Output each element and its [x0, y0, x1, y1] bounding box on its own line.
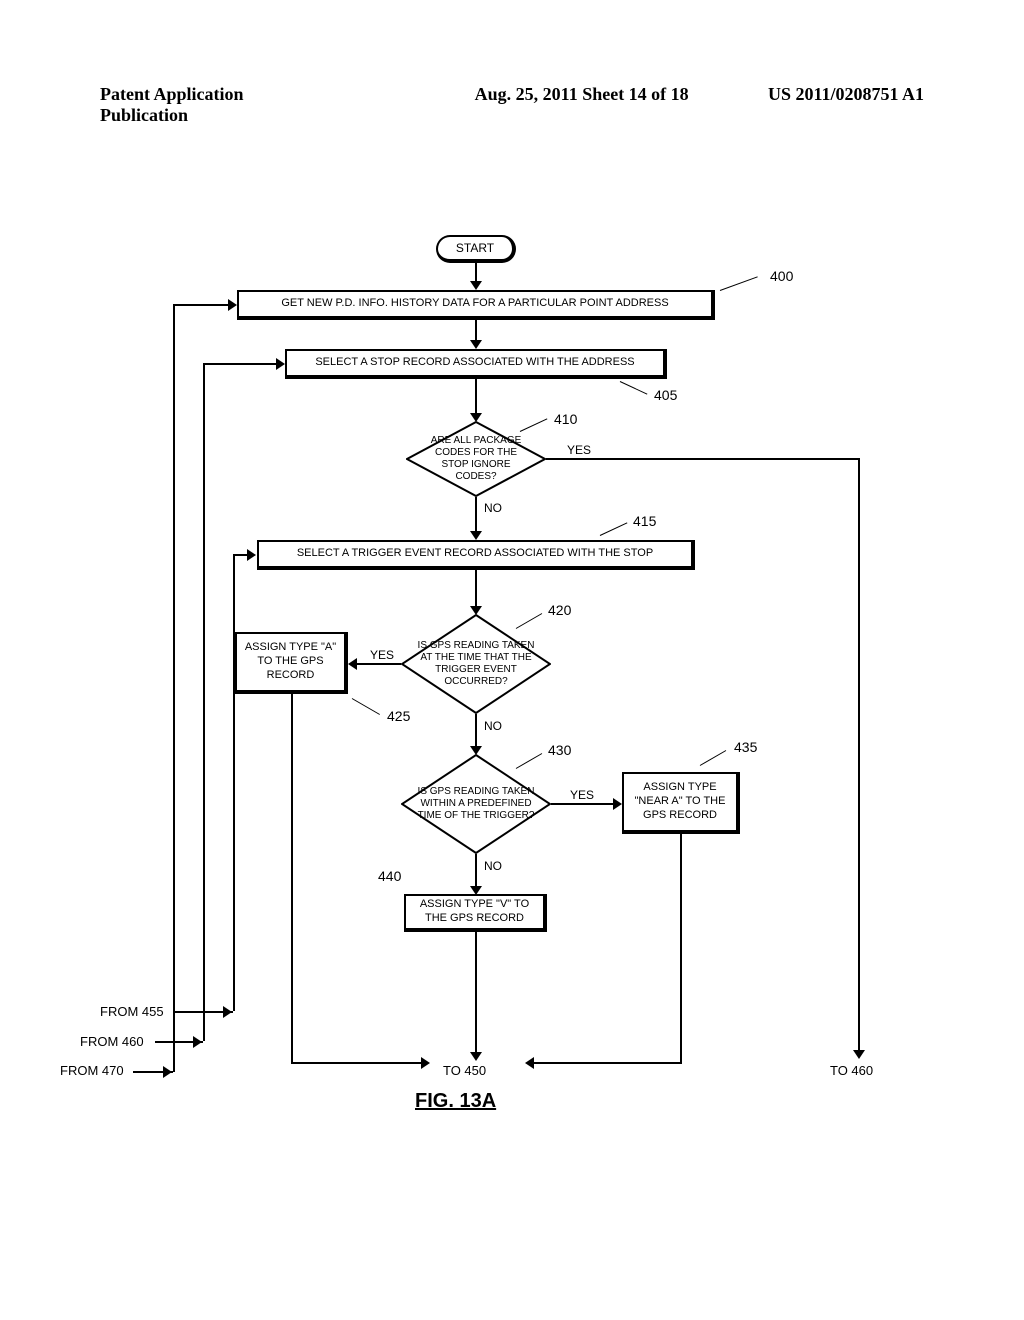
arrowhead-down-icon: [470, 340, 482, 349]
yes-label: YES: [568, 788, 596, 802]
arrowhead-right-icon: [613, 798, 622, 810]
arrow: [858, 458, 860, 1050]
arrowhead-left-icon: [525, 1057, 534, 1069]
connector-from-455: FROM 455: [100, 1004, 164, 1019]
ref-440: 440: [378, 868, 401, 884]
no-label: NO: [482, 501, 504, 515]
decision-410: ARE ALL PACKAGE CODES FOR THE STOP IGNOR…: [406, 421, 546, 497]
ref-connector: [700, 750, 726, 766]
ref-410: 410: [554, 411, 577, 427]
no-label: NO: [482, 859, 504, 873]
decision-420: IS GPS READING TAKEN AT THE TIME THAT TH…: [401, 614, 551, 714]
ref-415: 415: [633, 513, 656, 529]
arrow: [475, 320, 477, 340]
arrow: [475, 932, 477, 1052]
ref-connector: [352, 698, 380, 715]
figure-caption: FIG. 13A: [415, 1090, 496, 1113]
arrowhead-down-icon: [853, 1050, 865, 1059]
arrow: [233, 554, 235, 1011]
arrowhead-down-icon: [470, 281, 482, 290]
step-415: SELECT A TRIGGER EVENT RECORD ASSOCIATED…: [257, 540, 695, 570]
connector-to-460: TO 460: [830, 1063, 873, 1078]
step-435: ASSIGN TYPE "NEAR A" TO THE GPS RECORD: [622, 772, 740, 834]
step-405-text: SELECT A STOP RECORD ASSOCIATED WITH THE…: [315, 356, 634, 370]
header-center: Aug. 25, 2011 Sheet 14 of 18: [325, 84, 700, 126]
arrowhead-down-icon: [470, 1052, 482, 1061]
arrow: [173, 304, 228, 306]
step-405: SELECT A STOP RECORD ASSOCIATED WITH THE…: [285, 349, 667, 379]
arrowhead-down-icon: [470, 531, 482, 540]
arrowhead-right-icon: [247, 549, 256, 561]
start-terminator: START: [436, 235, 516, 263]
step-425: ASSIGN TYPE "A" TO THE GPS RECORD: [235, 632, 348, 694]
arrow: [291, 1062, 421, 1064]
decision-410-text: ARE ALL PACKAGE CODES FOR THE STOP IGNOR…: [417, 435, 536, 483]
step-440-text: ASSIGN TYPE "V" TO THE GPS RECORD: [412, 898, 537, 926]
arrowhead-right-icon: [421, 1057, 430, 1069]
ref-405: 405: [654, 387, 677, 403]
arrow: [203, 363, 276, 365]
arrow: [357, 663, 401, 665]
arrow: [475, 714, 477, 746]
start-label: START: [456, 241, 494, 256]
arrowhead-right-icon: [223, 1006, 232, 1018]
decision-430: IS GPS READING TAKEN WITHIN A PREDEFINED…: [401, 754, 551, 854]
ref-430: 430: [548, 742, 571, 758]
step-400-text: GET NEW P.D. INFO. HISTORY DATA FOR A PA…: [281, 297, 668, 311]
arrowhead-right-icon: [276, 358, 285, 370]
ref-400: 400: [770, 268, 793, 284]
arrow: [546, 458, 858, 460]
ref-connector: [620, 381, 648, 395]
flowchart-figure: START GET NEW P.D. INFO. HISTORY DATA FO…: [120, 235, 900, 1115]
ref-435: 435: [734, 739, 757, 755]
step-440: ASSIGN TYPE "V" TO THE GPS RECORD: [404, 894, 547, 932]
arrow: [475, 570, 477, 606]
arrow: [534, 1062, 682, 1064]
page-header: Patent Application Publication Aug. 25, …: [0, 84, 1024, 126]
step-435-text: ASSIGN TYPE "NEAR A" TO THE GPS RECORD: [630, 781, 730, 822]
step-400: GET NEW P.D. INFO. HISTORY DATA FOR A PA…: [237, 290, 715, 320]
connector-from-460: FROM 460: [80, 1034, 144, 1049]
connector-from-470: FROM 470: [60, 1063, 124, 1078]
yes-label: YES: [368, 648, 396, 662]
arrow: [551, 803, 613, 805]
header-right: US 2011/0208751 A1: [699, 84, 924, 126]
arrowhead-right-icon: [193, 1036, 202, 1048]
arrow: [475, 854, 477, 886]
arrowhead-right-icon: [228, 299, 237, 311]
connector-to-450: TO 450: [443, 1063, 486, 1078]
decision-420-text: IS GPS READING TAKEN AT THE TIME THAT TH…: [412, 640, 540, 688]
ref-420: 420: [548, 602, 571, 618]
arrowhead-left-icon: [348, 658, 357, 670]
arrow: [680, 834, 682, 1063]
no-label: NO: [482, 719, 504, 733]
decision-430-text: IS GPS READING TAKEN WITHIN A PREDEFINED…: [412, 786, 540, 822]
step-425-text: ASSIGN TYPE "A" TO THE GPS RECORD: [243, 641, 338, 682]
yes-label: YES: [565, 443, 593, 457]
header-left: Patent Application Publication: [100, 84, 325, 126]
arrow: [475, 263, 477, 281]
ref-connector: [600, 522, 628, 536]
ref-connector: [720, 276, 758, 291]
arrow: [475, 497, 477, 531]
step-415-text: SELECT A TRIGGER EVENT RECORD ASSOCIATED…: [297, 547, 653, 561]
arrowhead-right-icon: [163, 1066, 172, 1078]
ref-425: 425: [387, 708, 410, 724]
arrow: [203, 363, 205, 1041]
arrow: [475, 379, 477, 413]
arrow: [291, 694, 293, 1063]
arrow: [173, 304, 175, 1072]
